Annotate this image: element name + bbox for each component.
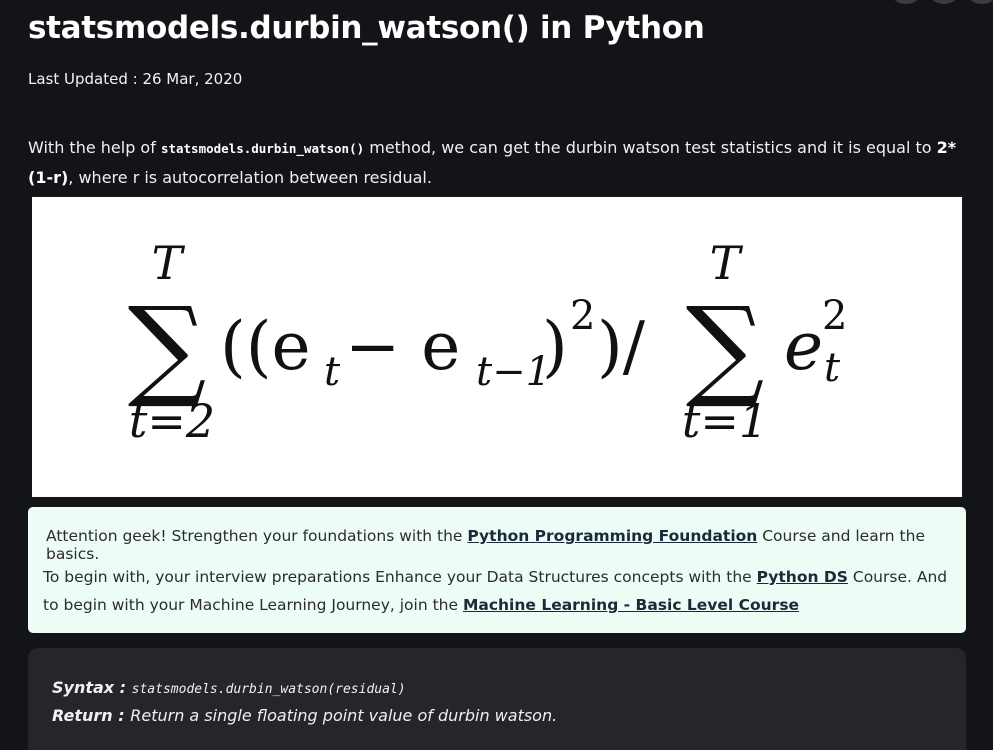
formula-part: − e — [345, 308, 460, 385]
formula-part: ((e — [220, 308, 311, 385]
formula-image: T ∑ t=2 ((e t − e t−1 ) 2 )/ T ∑ t=1 e 2… — [32, 197, 962, 497]
upper-limit: T — [152, 236, 186, 290]
upper-limit: T — [710, 236, 744, 290]
formula-part: )/ — [597, 308, 646, 385]
syntax-box: Syntax : statsmodels.durbin_watson(resid… — [28, 648, 966, 750]
machine-learning-link[interactable]: Machine Learning - Basic Level Course — [463, 596, 799, 614]
syntax-line: Syntax : statsmodels.durbin_watson(resid… — [52, 678, 406, 697]
attention-text: To begin with, your interview preparatio… — [43, 568, 757, 586]
attention-text: Attention geek! Strengthen your foundati… — [46, 527, 468, 545]
sigma-symbol: ∑ — [686, 283, 765, 411]
top-circle-button[interactable] — [931, 0, 957, 4]
python-foundation-link[interactable]: Python Programming Foundation — [467, 527, 757, 545]
sigma-symbol: ∑ — [128, 283, 207, 411]
top-circle-button[interactable] — [969, 0, 993, 4]
page-title: statsmodels.durbin_watson() in Python — [28, 10, 705, 46]
return-line: Return : Return a single floating point … — [52, 706, 557, 725]
intro-paragraph: With the help of statsmodels.durbin_wats… — [28, 133, 963, 192]
formula-part: ) — [542, 308, 568, 385]
attention-line: To begin with, your interview preparatio… — [43, 563, 953, 619]
subscript: t — [324, 349, 341, 395]
last-updated: Last Updated : 26 Mar, 2020 — [28, 70, 243, 88]
subscript: t — [824, 345, 841, 391]
syntax-label: Syntax : — [52, 678, 132, 697]
superscript: 2 — [822, 293, 847, 339]
return-value: Return a single floating point value of … — [130, 706, 558, 725]
article-page: statsmodels.durbin_watson() in Python La… — [0, 0, 993, 750]
formula-part: e — [784, 308, 823, 385]
return-label: Return : — [52, 706, 131, 725]
top-circle-button[interactable] — [893, 0, 919, 4]
superscript: 2 — [570, 293, 595, 339]
python-ds-link[interactable]: Python DS — [757, 568, 848, 586]
lower-limit: t=2 — [129, 394, 215, 448]
lower-limit: t=1 — [682, 394, 768, 448]
intro-text: , where r is autocorrelation between res… — [68, 168, 432, 187]
inline-code: statsmodels.durbin_watson() — [160, 141, 365, 156]
intro-text: method, we can get the durbin watson tes… — [364, 138, 937, 157]
intro-text: With the help of — [28, 138, 161, 157]
attention-line: Attention geek! Strengthen your foundati… — [46, 527, 966, 563]
subscript: t−1 — [476, 349, 551, 395]
syntax-value: statsmodels.durbin_watson(residual) — [131, 682, 406, 697]
attention-box: Attention geek! Strengthen your foundati… — [28, 507, 966, 633]
